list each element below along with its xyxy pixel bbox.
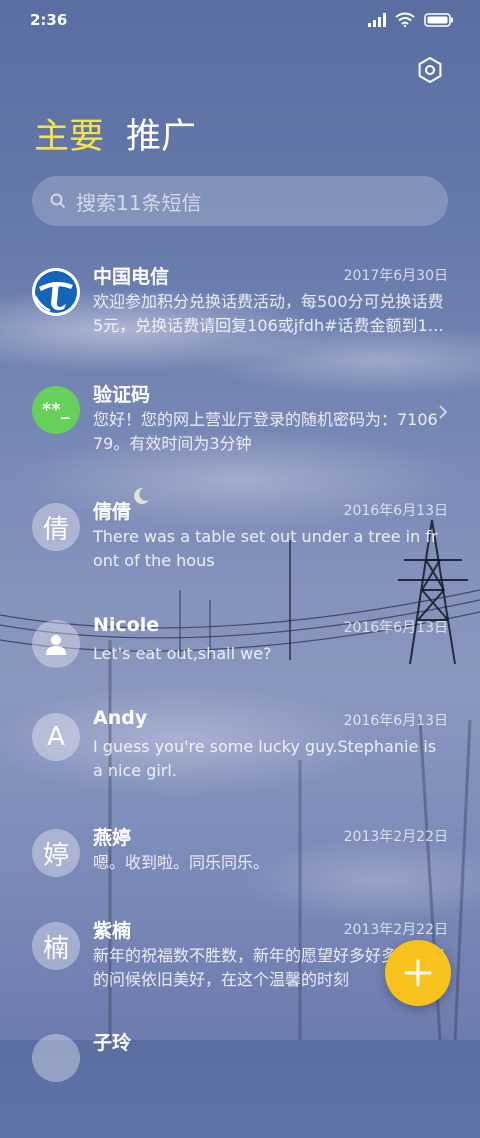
search-icon	[50, 193, 66, 209]
message-date: 2016年6月13日	[343, 503, 448, 519]
contact-name: 子玲	[93, 1032, 132, 1054]
contact-name: Andy	[93, 707, 148, 729]
tab-primary[interactable]: 主要	[34, 108, 104, 159]
battery-icon	[424, 12, 453, 27]
contact-avatar: 倩	[32, 503, 80, 551]
message-preview: Let's eat out,shall we?	[93, 644, 272, 663]
search-input[interactable]: 搜索11条短信	[32, 176, 448, 226]
conversation-item[interactable]: 子玲	[0, 1028, 480, 1138]
tab-promotions[interactable]: 推广	[126, 108, 196, 159]
chevron-right-icon	[439, 405, 448, 419]
plus-icon	[404, 959, 432, 987]
category-tabs: 主要 推广	[34, 108, 196, 159]
contact-name: 中国电信	[93, 266, 170, 288]
message-preview: There was a table set out under a tree i…	[93, 527, 438, 570]
contact-avatar: A	[32, 713, 80, 761]
contact-name: Nicole	[93, 614, 160, 636]
conversation-item[interactable]: 倩 倩倩 2016年6月13日 There was a table set ou…	[0, 497, 480, 607]
signal-icon	[368, 12, 386, 27]
message-date: 2017年6月30日	[343, 268, 448, 284]
status-time: 2:36	[30, 11, 68, 29]
new-message-button[interactable]	[385, 940, 451, 1006]
search-placeholder: 搜索11条短信	[76, 190, 202, 215]
conversation-item[interactable]: A Andy 2016年6月13日 I guess you're some lu…	[0, 707, 480, 817]
china-telecom-logo-icon	[32, 268, 80, 316]
conversation-item[interactable]: **_ 验证码 您好！您的网上营业厅登录的随机密码为：710679。有效时间为3…	[0, 380, 480, 490]
message-preview: I guess you're some lucky guy.Stephanie …	[93, 737, 437, 780]
contact-avatar: 婷	[32, 829, 80, 877]
contact-name: 验证码	[93, 384, 151, 406]
status-icons	[368, 12, 454, 27]
contact-name: 紫楠	[93, 920, 132, 942]
message-date: 2016年6月13日	[343, 620, 448, 636]
contact-name: 燕婷	[93, 827, 132, 849]
message-preview: 欢迎参加积分兑换话费活动，每500分可兑换话费5元，兑换话费请回复106或jfd…	[93, 292, 444, 335]
message-preview: 嗯。收到啦。同乐同乐。	[93, 853, 270, 872]
gear-icon[interactable]	[416, 56, 444, 84]
message-date: 2013年2月22日	[343, 922, 448, 938]
message-date: 2013年2月22日	[343, 829, 448, 845]
contact-name: 倩倩	[93, 501, 132, 523]
status-bar: 2:36	[0, 0, 480, 40]
conversation-item[interactable]: 中国电信 2017年6月30日 欢迎参加积分兑换话费活动，每500分可兑换话费5…	[0, 262, 480, 372]
wifi-icon	[395, 12, 415, 27]
contact-avatar: 楠	[32, 922, 80, 970]
message-preview: 您好！您的网上营业厅登录的随机密码为：710679。有效时间为3分钟	[93, 410, 438, 453]
person-icon	[32, 620, 80, 668]
contact-avatar	[32, 1034, 80, 1082]
message-date: 2016年6月13日	[343, 713, 448, 729]
verification-code-avatar: **_	[32, 386, 80, 434]
